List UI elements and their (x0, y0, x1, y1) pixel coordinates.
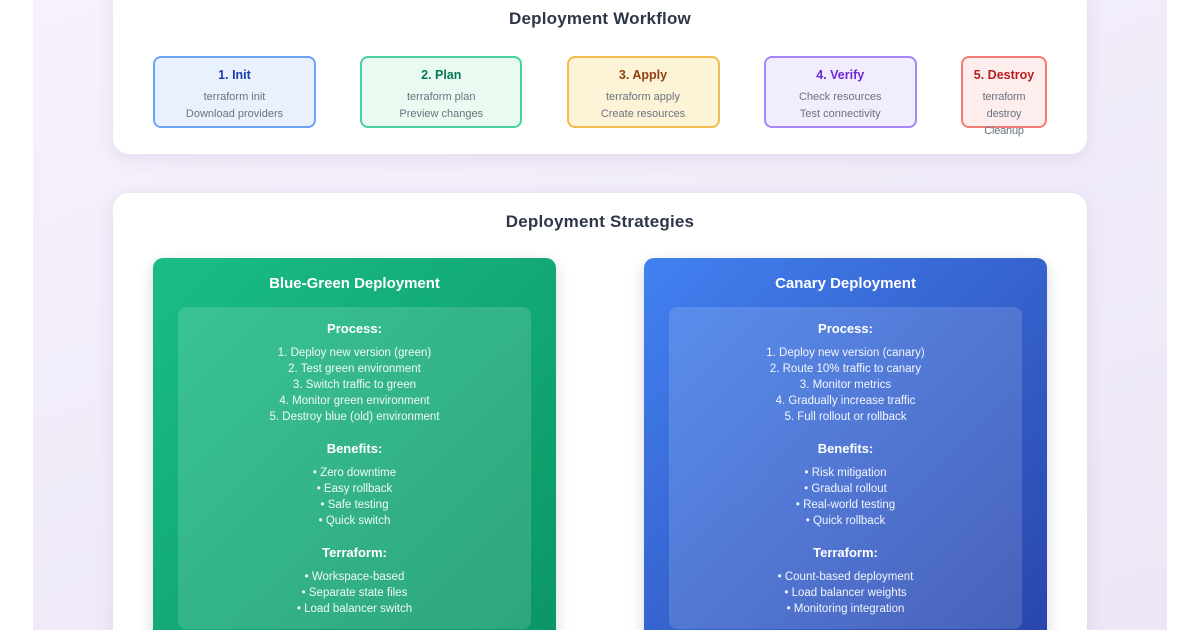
deployment-strategies-card: Deployment Strategies Blue-Green Deploym… (113, 193, 1087, 630)
step-command: terraform apply (569, 89, 718, 106)
benefit-item: • Safe testing (186, 497, 523, 513)
strategies-title: Deployment Strategies (113, 212, 1087, 232)
workflow-step-verify: 4. Verify Check resources Test connectiv… (764, 56, 917, 128)
blue-green-deployment-card: Blue-Green Deployment Process: 1. Deploy… (153, 258, 556, 630)
benefit-item: • Risk mitigation (677, 465, 1014, 481)
terraform-item: • Load balancer switch (186, 601, 523, 617)
benefit-item: • Gradual rollout (677, 481, 1014, 497)
terraform-item: • Monitoring integration (677, 601, 1014, 617)
step-command: terraform destroy (964, 89, 1044, 123)
section-heading-process: Process: (186, 321, 523, 336)
terraform-item: • Workspace-based (186, 569, 523, 585)
process-step: 5. Destroy blue (old) environment (186, 409, 523, 425)
workflow-title: Deployment Workflow (113, 9, 1087, 29)
section-heading-benefits: Benefits: (186, 441, 523, 456)
workflow-step-init: 1. Init terraform init Download provider… (153, 56, 316, 128)
step-label: 2. Plan (362, 68, 520, 82)
strategy-card-title: Canary Deployment (644, 275, 1047, 292)
section-heading-terraform: Terraform: (186, 545, 523, 560)
process-step: 4. Monitor green environment (186, 393, 523, 409)
section-heading-benefits: Benefits: (677, 441, 1014, 456)
workflow-step-destroy: 5. Destroy terraform destroy Cleanup (961, 56, 1047, 128)
terraform-item: • Count-based deployment (677, 569, 1014, 585)
terraform-item: • Load balancer weights (677, 585, 1014, 601)
section-heading-terraform: Terraform: (677, 545, 1014, 560)
strategy-detail-panel: Process: 1. Deploy new version (canary) … (669, 307, 1022, 629)
process-step: 1. Deploy new version (green) (186, 345, 523, 361)
benefit-item: • Quick switch (186, 513, 523, 529)
process-step: 3. Switch traffic to green (186, 377, 523, 393)
strategy-card-title: Blue-Green Deployment (153, 275, 556, 292)
strategies-grid: Blue-Green Deployment Process: 1. Deploy… (153, 258, 1047, 630)
step-command: terraform init (155, 89, 314, 106)
step-description: Test connectivity (766, 106, 915, 123)
process-step: 2. Route 10% traffic to canary (677, 361, 1014, 377)
benefit-item: • Quick rollback (677, 513, 1014, 529)
process-step: 5. Full rollout or rollback (677, 409, 1014, 425)
page: Deployment Workflow 1. Init terraform in… (0, 0, 1200, 630)
workflow-step-apply: 3. Apply terraform apply Create resource… (567, 56, 720, 128)
step-label: 4. Verify (766, 68, 915, 82)
process-step: 4. Gradually increase traffic (677, 393, 1014, 409)
step-description: Download providers (155, 106, 314, 123)
step-description: Preview changes (362, 106, 520, 123)
canary-deployment-card: Canary Deployment Process: 1. Deploy new… (644, 258, 1047, 630)
benefit-item: • Real-world testing (677, 497, 1014, 513)
workflow-steps-row: 1. Init terraform init Download provider… (153, 56, 1047, 128)
step-label: 3. Apply (569, 68, 718, 82)
step-label: 1. Init (155, 68, 314, 82)
section-heading-process: Process: (677, 321, 1014, 336)
benefit-item: • Easy rollback (186, 481, 523, 497)
workflow-step-plan: 2. Plan terraform plan Preview changes (360, 56, 522, 128)
step-label: 5. Destroy (964, 68, 1044, 82)
step-description: Cleanup (964, 123, 1044, 140)
deployment-workflow-card: Deployment Workflow 1. Init terraform in… (113, 0, 1087, 154)
strategy-detail-panel: Process: 1. Deploy new version (green) 2… (178, 307, 531, 629)
process-step: 2. Test green environment (186, 361, 523, 377)
benefit-item: • Zero downtime (186, 465, 523, 481)
process-step: 3. Monitor metrics (677, 377, 1014, 393)
step-command: Check resources (766, 89, 915, 106)
terraform-item: • Separate state files (186, 585, 523, 601)
step-command: terraform plan (362, 89, 520, 106)
page-background: Deployment Workflow 1. Init terraform in… (33, 0, 1167, 630)
process-step: 1. Deploy new version (canary) (677, 345, 1014, 361)
step-description: Create resources (569, 106, 718, 123)
